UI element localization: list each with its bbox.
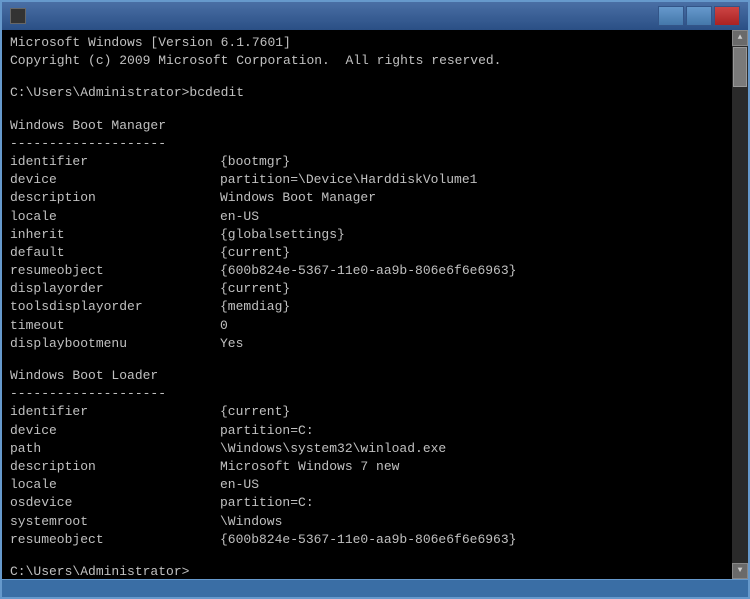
- console-key: description: [10, 458, 220, 476]
- console-line: localeen-US: [10, 476, 722, 494]
- console-key: toolsdisplayorder: [10, 298, 220, 316]
- console-line: toolsdisplayorder{memdiag}: [10, 298, 722, 316]
- console-value: {bootmgr}: [220, 154, 290, 169]
- console-line: C:\Users\Administrator>bcdedit: [10, 84, 722, 102]
- console-line: descriptionWindows Boot Manager: [10, 189, 722, 207]
- console-line: inherit{globalsettings}: [10, 226, 722, 244]
- console-line: path\Windows\system32\winload.exe: [10, 440, 722, 458]
- console-value: \Windows\system32\winload.exe: [220, 441, 446, 456]
- console-line: [10, 103, 722, 117]
- status-bar: [2, 579, 748, 597]
- console-key: displaybootmenu: [10, 335, 220, 353]
- console-value: {current}: [220, 281, 290, 296]
- console-line: C:\Users\Administrator>: [10, 563, 722, 579]
- scroll-thumb[interactable]: [733, 47, 747, 87]
- console-line: localeen-US: [10, 208, 722, 226]
- console-line: systemroot\Windows: [10, 513, 722, 531]
- console-line: descriptionMicrosoft Windows 7 new: [10, 458, 722, 476]
- console-line: devicepartition=C:: [10, 422, 722, 440]
- console-key: resumeobject: [10, 531, 220, 549]
- scrollbar[interactable]: ▲ ▼: [732, 30, 748, 579]
- window-icon: [10, 8, 26, 24]
- console-value: partition=C:: [220, 423, 314, 438]
- console-line: Microsoft Windows [Version 6.1.7601]: [10, 34, 722, 52]
- console-key: default: [10, 244, 220, 262]
- console-key: identifier: [10, 153, 220, 171]
- console-line: timeout0: [10, 317, 722, 335]
- scroll-down-button[interactable]: ▼: [732, 563, 748, 579]
- console-line: identifier{current}: [10, 403, 722, 421]
- console-key: locale: [10, 208, 220, 226]
- console-content: Microsoft Windows [Version 6.1.7601]Copy…: [10, 34, 740, 579]
- window: Microsoft Windows [Version 6.1.7601]Copy…: [0, 0, 750, 599]
- console-key: systemroot: [10, 513, 220, 531]
- console-value: Yes: [220, 336, 243, 351]
- console-key: osdevice: [10, 494, 220, 512]
- console-value: en-US: [220, 477, 259, 492]
- console-body: Microsoft Windows [Version 6.1.7601]Copy…: [2, 30, 748, 579]
- console-value: \Windows: [220, 514, 282, 529]
- console-line: Copyright (c) 2009 Microsoft Corporation…: [10, 52, 722, 70]
- console-line: default{current}: [10, 244, 722, 262]
- console-line: displayorder{current}: [10, 280, 722, 298]
- console-line: resumeobject{600b824e-5367-11e0-aa9b-806…: [10, 262, 722, 280]
- console-value: en-US: [220, 209, 259, 224]
- console-value: 0: [220, 318, 228, 333]
- console-key: device: [10, 171, 220, 189]
- close-button[interactable]: [714, 6, 740, 26]
- console-line: displaybootmenuYes: [10, 335, 722, 353]
- console-line: resumeobject{600b824e-5367-11e0-aa9b-806…: [10, 531, 722, 549]
- console-key: description: [10, 189, 220, 207]
- console-line: --------------------: [10, 135, 722, 153]
- console-line: [10, 549, 722, 563]
- console-line: [10, 353, 722, 367]
- console-value: {globalsettings}: [220, 227, 345, 242]
- title-bar-buttons: [658, 6, 740, 26]
- console-value: {current}: [220, 404, 290, 419]
- console-line: identifier{bootmgr}: [10, 153, 722, 171]
- console-value: Windows Boot Manager: [220, 190, 376, 205]
- console-key: device: [10, 422, 220, 440]
- console-key: identifier: [10, 403, 220, 421]
- console-line: [10, 70, 722, 84]
- console-value: Microsoft Windows 7 new: [220, 459, 399, 474]
- console-line: devicepartition=\Device\HarddiskVolume1: [10, 171, 722, 189]
- console-value: {600b824e-5367-11e0-aa9b-806e6f6e6963}: [220, 263, 516, 278]
- console-line: Windows Boot Manager: [10, 117, 722, 135]
- console-line: osdevicepartition=C:: [10, 494, 722, 512]
- console-key: locale: [10, 476, 220, 494]
- console-key: resumeobject: [10, 262, 220, 280]
- console-key: displayorder: [10, 280, 220, 298]
- console-value: {current}: [220, 245, 290, 260]
- console-key: inherit: [10, 226, 220, 244]
- title-bar: [2, 2, 748, 30]
- console-value: {600b824e-5367-11e0-aa9b-806e6f6e6963}: [220, 532, 516, 547]
- scroll-track[interactable]: [732, 46, 748, 563]
- maximize-button[interactable]: [686, 6, 712, 26]
- console-key: path: [10, 440, 220, 458]
- console-value: partition=C:: [220, 495, 314, 510]
- console-key: timeout: [10, 317, 220, 335]
- console-line: Windows Boot Loader: [10, 367, 722, 385]
- console-value: partition=\Device\HarddiskVolume1: [220, 172, 477, 187]
- console-line: --------------------: [10, 385, 722, 403]
- console-value: {memdiag}: [220, 299, 290, 314]
- minimize-button[interactable]: [658, 6, 684, 26]
- scroll-up-button[interactable]: ▲: [732, 30, 748, 46]
